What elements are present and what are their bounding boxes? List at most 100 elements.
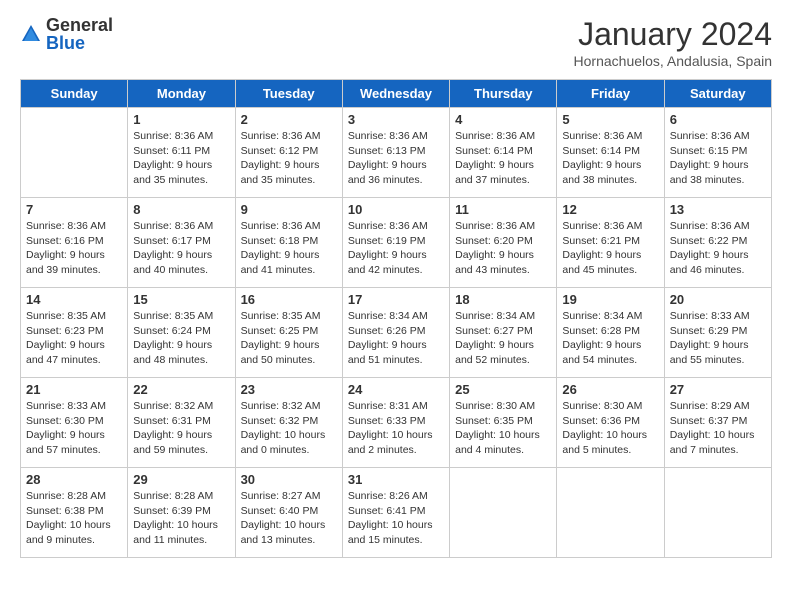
day-number: 22	[133, 382, 229, 397]
table-row: 20 Sunrise: 8:33 AM Sunset: 6:29 PM Dayli…	[664, 288, 771, 378]
table-row: 26 Sunrise: 8:30 AM Sunset: 6:36 PM Dayli…	[557, 378, 664, 468]
day-number: 17	[348, 292, 444, 307]
col-friday: Friday	[557, 80, 664, 108]
table-row: 3 Sunrise: 8:36 AM Sunset: 6:13 PM Daylig…	[342, 108, 449, 198]
day-number: 8	[133, 202, 229, 217]
day-number: 12	[562, 202, 658, 217]
day-number: 10	[348, 202, 444, 217]
day-number: 5	[562, 112, 658, 127]
day-info: Sunrise: 8:34 AM Sunset: 6:28 PM Dayligh…	[562, 309, 658, 368]
table-row: 17Sunrise: 8:34 AM Sunset: 6:26 PM Dayli…	[342, 288, 449, 378]
table-row: 30Sunrise: 8:27 AM Sunset: 6:40 PM Dayli…	[235, 468, 342, 558]
day-number: 25	[455, 382, 551, 397]
day-info: Sunrise: 8:28 AM Sunset: 6:38 PM Dayligh…	[26, 489, 122, 548]
table-row: 24 Sunrise: 8:31 AM Sunset: 6:33 PM Dayli…	[342, 378, 449, 468]
day-info: Sunrise: 8:36 AM Sunset: 6:22 PM Dayligh…	[670, 219, 766, 278]
day-info: Sunrise: 8:36 AM Sunset: 6:14 PM Dayligh…	[562, 129, 658, 188]
day-info: Sunrise: 8:36 AM Sunset: 6:15 PM Dayligh…	[670, 129, 766, 188]
day-info: Sunrise: 8:36 AM Sunset: 6:17 PM Dayligh…	[133, 219, 229, 278]
table-row: 15Sunrise: 8:35 AM Sunset: 6:24 PM Dayli…	[128, 288, 235, 378]
day-number: 11	[455, 202, 551, 217]
week-row: 28 Sunrise: 8:28 AM Sunset: 6:38 PM Dayli…	[21, 468, 772, 558]
week-row: 14Sunrise: 8:35 AM Sunset: 6:23 PM Dayli…	[21, 288, 772, 378]
day-number: 3	[348, 112, 444, 127]
day-info: Sunrise: 8:30 AM Sunset: 6:35 PM Dayligh…	[455, 399, 551, 458]
calendar-table: Sunday Monday Tuesday Wednesday Thursday…	[20, 79, 772, 558]
day-info: Sunrise: 8:32 AM Sunset: 6:31 PM Dayligh…	[133, 399, 229, 458]
title-block: January 2024 Hornachuelos, Andalusia, Sp…	[574, 16, 772, 69]
day-info: Sunrise: 8:30 AM Sunset: 6:36 PM Dayligh…	[562, 399, 658, 458]
table-row: 6 Sunrise: 8:36 AM Sunset: 6:15 PM Daylig…	[664, 108, 771, 198]
table-row	[664, 468, 771, 558]
logo-icon	[20, 23, 42, 45]
day-info: Sunrise: 8:29 AM Sunset: 6:37 PM Dayligh…	[670, 399, 766, 458]
day-number: 18	[455, 292, 551, 307]
table-row: 28 Sunrise: 8:28 AM Sunset: 6:38 PM Dayli…	[21, 468, 128, 558]
day-info: Sunrise: 8:26 AM Sunset: 6:41 PM Dayligh…	[348, 489, 444, 548]
table-row: 18Sunrise: 8:34 AM Sunset: 6:27 PM Dayli…	[450, 288, 557, 378]
table-row: 9Sunrise: 8:36 AM Sunset: 6:18 PM Daylig…	[235, 198, 342, 288]
table-row	[557, 468, 664, 558]
day-info: Sunrise: 8:36 AM Sunset: 6:13 PM Dayligh…	[348, 129, 444, 188]
col-monday: Monday	[128, 80, 235, 108]
day-info: Sunrise: 8:36 AM Sunset: 6:21 PM Dayligh…	[562, 219, 658, 278]
logo: General Blue	[20, 16, 113, 52]
table-row: 1Sunrise: 8:36 AM Sunset: 6:11 PM Daylig…	[128, 108, 235, 198]
calendar-page: General Blue January 2024 Hornachuelos, …	[0, 0, 792, 578]
day-info: Sunrise: 8:33 AM Sunset: 6:30 PM Dayligh…	[26, 399, 122, 458]
day-info: Sunrise: 8:35 AM Sunset: 6:25 PM Dayligh…	[241, 309, 337, 368]
day-number: 28	[26, 472, 122, 487]
day-number: 24	[348, 382, 444, 397]
day-number: 19	[562, 292, 658, 307]
day-number: 20	[670, 292, 766, 307]
day-info: Sunrise: 8:36 AM Sunset: 6:16 PM Dayligh…	[26, 219, 122, 278]
day-number: 23	[241, 382, 337, 397]
logo-general: General	[46, 16, 113, 34]
day-info: Sunrise: 8:33 AM Sunset: 6:29 PM Dayligh…	[670, 309, 766, 368]
day-number: 9	[241, 202, 337, 217]
table-row: 14Sunrise: 8:35 AM Sunset: 6:23 PM Dayli…	[21, 288, 128, 378]
day-number: 7	[26, 202, 122, 217]
header: General Blue January 2024 Hornachuelos, …	[20, 16, 772, 69]
day-number: 13	[670, 202, 766, 217]
table-row: 21 Sunrise: 8:33 AM Sunset: 6:30 PM Dayli…	[21, 378, 128, 468]
day-number: 21	[26, 382, 122, 397]
table-row: 10Sunrise: 8:36 AM Sunset: 6:19 PM Dayli…	[342, 198, 449, 288]
table-row: 23Sunrise: 8:32 AM Sunset: 6:32 PM Dayli…	[235, 378, 342, 468]
col-thursday: Thursday	[450, 80, 557, 108]
table-row: 16 Sunrise: 8:35 AM Sunset: 6:25 PM Dayli…	[235, 288, 342, 378]
day-number: 31	[348, 472, 444, 487]
col-tuesday: Tuesday	[235, 80, 342, 108]
day-info: Sunrise: 8:36 AM Sunset: 6:14 PM Dayligh…	[455, 129, 551, 188]
logo-blue: Blue	[46, 34, 113, 52]
table-row: 25 Sunrise: 8:30 AM Sunset: 6:35 PM Dayli…	[450, 378, 557, 468]
day-info: Sunrise: 8:36 AM Sunset: 6:20 PM Dayligh…	[455, 219, 551, 278]
table-row	[21, 108, 128, 198]
table-row: 8 Sunrise: 8:36 AM Sunset: 6:17 PM Daylig…	[128, 198, 235, 288]
logo-text: General Blue	[46, 16, 113, 52]
day-number: 30	[241, 472, 337, 487]
col-wednesday: Wednesday	[342, 80, 449, 108]
day-number: 4	[455, 112, 551, 127]
col-saturday: Saturday	[664, 80, 771, 108]
table-row: 19 Sunrise: 8:34 AM Sunset: 6:28 PM Dayli…	[557, 288, 664, 378]
day-number: 16	[241, 292, 337, 307]
header-row: Sunday Monday Tuesday Wednesday Thursday…	[21, 80, 772, 108]
day-number: 1	[133, 112, 229, 127]
table-row: 11 Sunrise: 8:36 AM Sunset: 6:20 PM Dayli…	[450, 198, 557, 288]
day-number: 14	[26, 292, 122, 307]
calendar-title: January 2024	[574, 16, 772, 53]
day-info: Sunrise: 8:28 AM Sunset: 6:39 PM Dayligh…	[133, 489, 229, 548]
table-row: 29 Sunrise: 8:28 AM Sunset: 6:39 PM Dayli…	[128, 468, 235, 558]
table-row: 12 Sunrise: 8:36 AM Sunset: 6:21 PM Dayli…	[557, 198, 664, 288]
week-row: 21 Sunrise: 8:33 AM Sunset: 6:30 PM Dayli…	[21, 378, 772, 468]
table-row: 31 Sunrise: 8:26 AM Sunset: 6:41 PM Dayli…	[342, 468, 449, 558]
day-number: 6	[670, 112, 766, 127]
calendar-subtitle: Hornachuelos, Andalusia, Spain	[574, 53, 772, 69]
day-number: 29	[133, 472, 229, 487]
week-row: 7 Sunrise: 8:36 AM Sunset: 6:16 PM Daylig…	[21, 198, 772, 288]
day-info: Sunrise: 8:31 AM Sunset: 6:33 PM Dayligh…	[348, 399, 444, 458]
day-number: 26	[562, 382, 658, 397]
table-row: 2Sunrise: 8:36 AM Sunset: 6:12 PM Daylig…	[235, 108, 342, 198]
table-row: 4 Sunrise: 8:36 AM Sunset: 6:14 PM Daylig…	[450, 108, 557, 198]
